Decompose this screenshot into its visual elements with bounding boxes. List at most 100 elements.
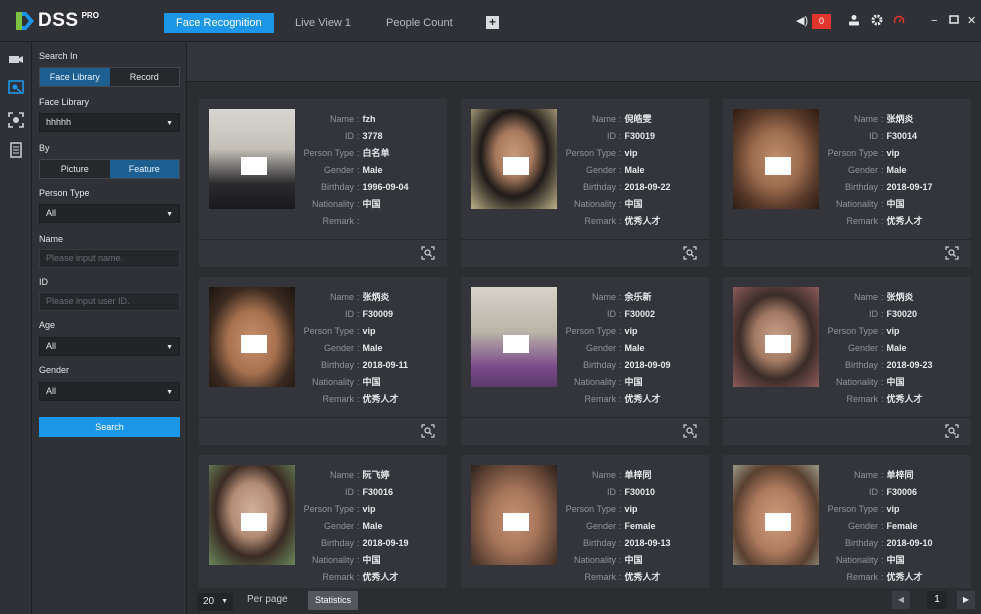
by-feature[interactable]: Feature [109, 160, 179, 178]
face-photo [733, 465, 819, 565]
face-library-select[interactable]: hhhhh ▼ [39, 113, 180, 132]
detail-value: F30014 [886, 131, 918, 141]
minimize-icon[interactable]: − [931, 14, 937, 28]
age-select[interactable]: All ▼ [39, 337, 180, 356]
detail-colon: : [357, 377, 360, 387]
detail-value: F30002 [624, 309, 656, 319]
detail-value: 3778 [362, 131, 383, 141]
video-monitor-icon[interactable] [8, 52, 24, 68]
detail-label: ID [607, 309, 616, 319]
detail-value: fzh [362, 114, 376, 124]
face-search-icon[interactable] [421, 246, 435, 260]
face-result-card[interactable]: Name: 单梓同 ID: F30006 Person Type: vip Gender: F… [723, 455, 971, 588]
face-search-icon[interactable] [421, 424, 435, 438]
detail-value: 单梓同 [886, 470, 914, 480]
alarm-count-badge[interactable]: 0 [812, 14, 831, 29]
add-tab-button[interactable]: + [486, 16, 499, 29]
privacy-mask [241, 335, 267, 353]
detail-row-name: Name: 张炳炎 [818, 289, 968, 306]
detail-row-name: Name: 张炳炎 [818, 111, 968, 128]
person-details: Name: 张炳炎 ID: F30009 Person Type: vip Gender: M… [294, 289, 444, 408]
search-button[interactable]: Search [39, 417, 180, 437]
detail-colon: : [619, 377, 622, 387]
name-input[interactable]: Please input name. [39, 249, 180, 268]
detail-colon: : [619, 504, 622, 514]
detail-colon: : [881, 165, 884, 175]
page-size-select[interactable]: 20 ▼ [197, 593, 233, 611]
face-search-icon[interactable] [683, 246, 697, 260]
maximize-icon[interactable] [949, 14, 959, 28]
document-list-icon[interactable] [8, 142, 24, 158]
speaker-icon[interactable]: ◀) [796, 14, 808, 28]
search-in-face-library[interactable]: Face Library [40, 68, 110, 86]
chevron-right-icon: ▶ [962, 595, 970, 604]
detail-value: 优秀人才 [362, 394, 399, 404]
detail-value: 优秀人才 [886, 394, 923, 404]
detail-row-id: ID:3778 [294, 128, 444, 145]
detail-colon: : [881, 377, 884, 387]
by-picture[interactable]: Picture [40, 160, 110, 178]
detail-colon: : [619, 572, 622, 582]
person-details: Name: 张炳炎 ID: F30014 Person Type: vip Gender: M… [818, 111, 968, 230]
detail-value: 中国 [624, 377, 643, 387]
results-toolbar [187, 42, 981, 82]
close-icon[interactable]: ✕ [967, 14, 976, 28]
face-search-icon[interactable] [945, 424, 959, 438]
tab-people-count[interactable]: People Count [374, 13, 465, 33]
detail-row-id: ID: F30020 [818, 306, 968, 323]
detail-label: Name [853, 470, 878, 480]
person-type-select[interactable]: All ▼ [39, 204, 180, 223]
detail-row-id: ID: F30002 [556, 306, 706, 323]
next-page-button[interactable]: ▶ [957, 591, 975, 609]
person-details: Name: 单梓同 ID: F30006 Person Type: vip Gender: F… [818, 467, 968, 586]
detail-label: Birthday [844, 538, 878, 548]
face-result-card[interactable]: Name: 余乐新 ID: F30002 Person Type: vip Gender: M… [461, 277, 709, 445]
detail-value: vip [624, 504, 638, 514]
face-photo [733, 287, 819, 387]
gear-icon[interactable] [871, 14, 883, 28]
performance-gauge-icon[interactable] [893, 14, 905, 28]
face-scan-icon[interactable] [8, 112, 24, 128]
detail-colon: : [357, 309, 360, 319]
face-result-card[interactable]: Name: 张炳炎 ID: F30020 Person Type: vip Gender: M… [723, 277, 971, 445]
statistics-button[interactable]: Statistics [308, 591, 358, 610]
face-recognition-icon[interactable] [8, 79, 24, 95]
tab-face-recognition[interactable]: Face Recognition [164, 13, 274, 33]
face-search-icon[interactable] [683, 424, 697, 438]
face-result-card[interactable]: Name: 倪皓雯 ID: F30019 Person Type: vip Gender: M… [461, 99, 709, 267]
detail-row-birthday: Birthday:2018-09-17 [818, 179, 968, 196]
detail-label: Name [853, 114, 878, 124]
face-result-card[interactable]: Name: 单梓同 ID: F30010 Person Type: vip Gender: F… [461, 455, 709, 588]
search-in-record[interactable]: Record [109, 68, 179, 86]
current-page-number[interactable]: 1 [927, 591, 947, 609]
id-input[interactable]: Please input user ID. [39, 292, 180, 311]
detail-colon: : [357, 216, 360, 226]
detail-label: Name [853, 292, 878, 302]
detail-colon: : [881, 394, 884, 404]
detail-colon: : [619, 470, 622, 480]
tab-live-view-1[interactable]: Live View 1 [283, 13, 363, 33]
detail-colon: : [357, 521, 360, 531]
detail-label: Gender [847, 343, 878, 353]
face-result-card[interactable]: Name: fzh ID:3778 Person Type: 白名单 Gender: Mal… [199, 99, 447, 267]
detail-colon: : [619, 114, 622, 124]
detail-colon: : [357, 114, 360, 124]
detail-value: Male [362, 343, 383, 353]
detail-value: 2018-09-09 [624, 360, 671, 370]
prev-page-button[interactable]: ◀ [892, 591, 910, 609]
face-result-card[interactable]: Name: 张炳炎 ID: F30009 Person Type: vip Gender: M… [199, 277, 447, 445]
face-search-icon[interactable] [945, 246, 959, 260]
detail-colon: : [881, 521, 884, 531]
face-result-card[interactable]: Name: 阮飞婷 ID: F30016 Person Type: vip Gender: M… [199, 455, 447, 588]
detail-row-nationality: Nationality: 中国 [818, 552, 968, 569]
detail-colon: : [619, 182, 622, 192]
privacy-mask [765, 157, 791, 175]
detail-value: 张炳炎 [886, 292, 914, 302]
user-icon[interactable] [848, 14, 860, 28]
detail-value: 中国 [886, 555, 905, 565]
gender-select[interactable]: All ▼ [39, 382, 180, 401]
detail-value: 2018-09-11 [362, 360, 409, 370]
face-result-card[interactable]: Name: 张炳炎 ID: F30014 Person Type: vip Gender: M… [723, 99, 971, 267]
detail-row-name: Name: 单梓同 [556, 467, 706, 484]
detail-label: Person Type [565, 504, 616, 514]
